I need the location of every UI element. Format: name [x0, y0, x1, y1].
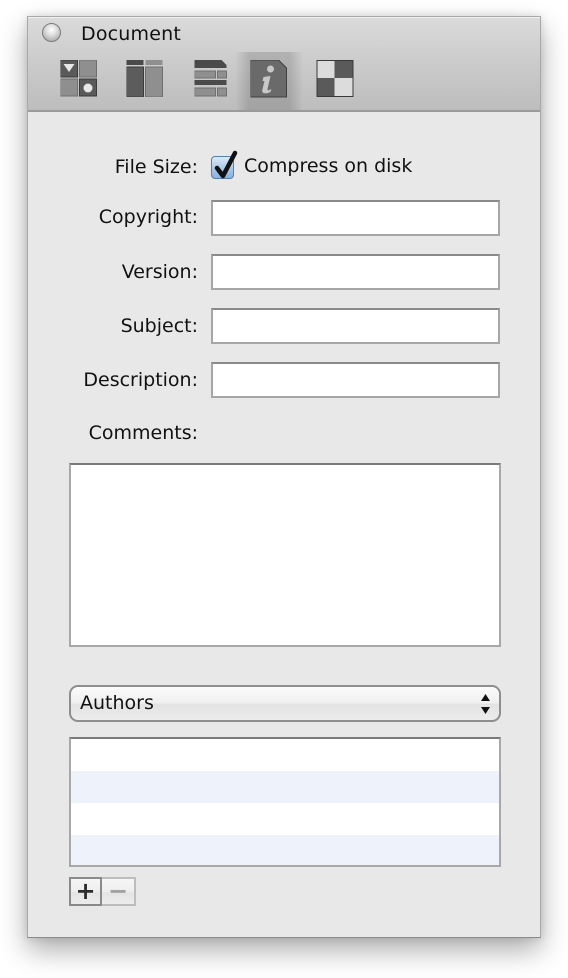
checker-icon	[316, 60, 354, 97]
popup-selected-value: Authors	[80, 692, 154, 714]
plus-icon: +	[75, 877, 96, 905]
version-label: Version:	[121, 261, 198, 283]
people-type-popup[interactable]: Authors	[69, 685, 501, 722]
info-icon	[250, 60, 287, 98]
authors-list[interactable]	[69, 737, 501, 867]
remove-author-button[interactable]: −	[102, 877, 136, 906]
close-button[interactable]	[42, 23, 61, 42]
description-field[interactable]	[211, 362, 500, 398]
tab-widgets[interactable]	[46, 52, 112, 110]
tab-appearance[interactable]	[302, 52, 368, 110]
inspector-window: Document File Size: Compress on disk Cop…	[27, 16, 541, 938]
layout-columns-icon	[126, 60, 163, 97]
add-author-button[interactable]: +	[69, 877, 102, 906]
list-row[interactable]	[71, 739, 499, 771]
window-title: Document	[81, 23, 182, 45]
list-row[interactable]	[71, 771, 499, 803]
description-label: Description:	[83, 369, 198, 391]
copyright-label: Copyright:	[98, 206, 198, 228]
comments-label: Comments:	[88, 422, 198, 444]
subject-label: Subject:	[120, 315, 198, 337]
compress-label: Compress on disk	[244, 155, 413, 177]
file-size-label: File Size:	[114, 156, 198, 178]
tab-layout[interactable]	[112, 52, 178, 110]
version-field[interactable]	[211, 254, 500, 290]
updown-arrows-icon	[481, 694, 490, 714]
compress-checkbox[interactable]	[211, 150, 238, 179]
checkmark-icon	[214, 150, 238, 179]
comments-textarea[interactable]	[69, 463, 501, 647]
metadata-widgets-icon	[60, 60, 97, 97]
titlebar: Document	[28, 17, 540, 112]
copyright-field[interactable]	[211, 200, 500, 236]
list-row[interactable]	[71, 803, 499, 835]
subject-field[interactable]	[211, 308, 500, 344]
minus-icon: −	[107, 877, 129, 905]
list-row[interactable]	[71, 835, 499, 865]
tab-info[interactable]	[235, 52, 303, 110]
table-rows-icon	[194, 60, 227, 97]
